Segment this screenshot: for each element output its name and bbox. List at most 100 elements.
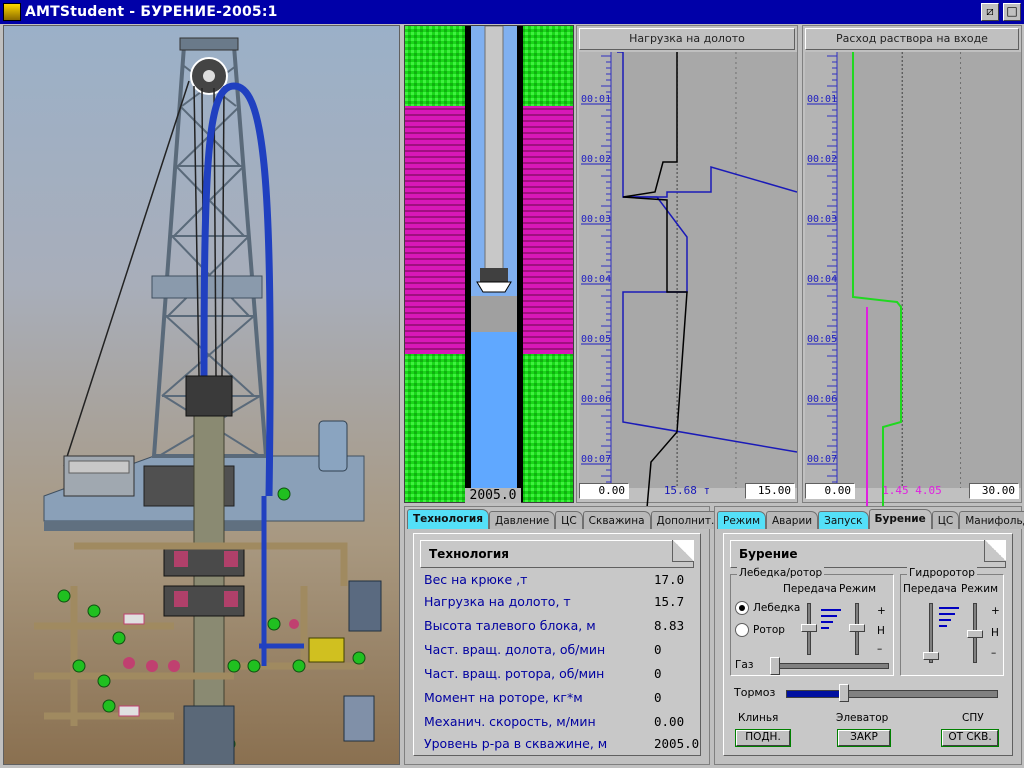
param-row: Вес на крюке ,т 17.0 xyxy=(424,572,694,587)
mode-slider[interactable] xyxy=(849,603,865,655)
param-value: 8.83 xyxy=(654,618,685,633)
slider-thumb[interactable] xyxy=(839,684,850,702)
brake-slider[interactable] xyxy=(786,684,998,702)
radio-winch[interactable] xyxy=(735,601,749,615)
pump xyxy=(348,580,382,632)
time-label: 00:07 xyxy=(581,454,611,465)
elevator-label: Элеватор xyxy=(836,712,889,724)
time-label: 00:02 xyxy=(581,154,611,165)
param-label: Част. вращ. ротора, об/мин xyxy=(424,666,605,681)
time-label: 00:03 xyxy=(807,214,837,225)
tab-additional[interactable]: Дополнит. xyxy=(650,511,721,529)
trend-min: 0.00 xyxy=(805,483,855,499)
rig-3d-view[interactable] xyxy=(3,25,400,765)
tab-manifold[interactable]: Манифольд xyxy=(959,511,1024,529)
tab-technology[interactable]: Технология xyxy=(407,509,490,529)
gas-slider[interactable] xyxy=(770,657,889,675)
slider-thumb[interactable] xyxy=(849,624,865,632)
spu-label: СПУ xyxy=(962,712,984,724)
drill-bit xyxy=(476,281,512,293)
wellbore-schematic xyxy=(405,26,573,502)
tab-mode[interactable]: Режим xyxy=(717,511,766,529)
tab-bar: Технология Давление ЦС Скважина Дополнит… xyxy=(407,509,721,529)
time-ruler xyxy=(579,52,611,488)
param-value: 0 xyxy=(654,642,662,657)
param-label: Вес на крюке ,т xyxy=(424,572,528,587)
param-value: 0 xyxy=(654,690,662,705)
rig-illustration xyxy=(34,37,382,764)
tank xyxy=(318,420,348,472)
drilling-panel: Режим Аварии Запуск Бурение ЦС Манифольд… xyxy=(714,506,1024,765)
time-ruler xyxy=(805,52,837,488)
mode-label: Режим xyxy=(839,583,876,595)
trend-flow-rate[interactable]: Расход раствора на входе 00:01 00:02 00:03… xyxy=(802,25,1022,508)
winch-rotor-group: Лебедка/ротор Передача Режим Лебедка Рот… xyxy=(730,567,894,676)
slider-thumb[interactable] xyxy=(801,624,817,632)
param-value: 0 xyxy=(654,666,662,681)
hydro-mode-slider[interactable] xyxy=(967,603,983,663)
trend-plot: 00:01 00:02 00:03 00:04 00:05 00:06 00:07 xyxy=(579,51,798,509)
tab-page: Бурение Лебедка/ротор Передача Режим Леб… xyxy=(723,533,1013,756)
title-bar: AMTStudent - БУРЕНИЕ-2005:1 ⧄ □ xyxy=(0,0,1024,24)
mode-neutral: Н xyxy=(991,627,999,639)
mode-label: Режим xyxy=(961,583,998,595)
wellbore-view xyxy=(404,25,574,503)
gear-label: Передача xyxy=(783,583,837,595)
param-row: Част. вращ. ротора, об/мин 0 xyxy=(424,666,694,681)
param-label: Механич. скорость, м/мин xyxy=(424,714,596,729)
tab-pressure[interactable]: Давление xyxy=(489,511,556,529)
trend-load-on-bit[interactable]: Нагрузка на долото 00:01 00:02 00:03 00:04 0… xyxy=(576,25,798,509)
slider-thumb[interactable] xyxy=(967,630,983,638)
param-value: 15.7 xyxy=(654,594,685,609)
time-label: 00:01 xyxy=(807,94,837,105)
time-label: 00:01 xyxy=(581,94,611,105)
wedges-up-button[interactable]: ПОДН. xyxy=(735,729,791,747)
technology-panel: Технология Давление ЦС Скважина Дополнит… xyxy=(404,506,721,765)
mode-minus: – xyxy=(991,647,997,659)
gear-slider[interactable] xyxy=(801,603,817,655)
mode-neutral: Н xyxy=(877,625,885,637)
gear-label: Передача xyxy=(903,583,957,595)
close-button[interactable]: □ xyxy=(1003,3,1021,21)
trend-plot: 00:01 00:02 00:03 00:04 00:05 00:06 00:07 xyxy=(805,52,1021,508)
page-fold-icon[interactable] xyxy=(984,540,1006,562)
trend-title: Расход раствора на входе xyxy=(805,28,1019,50)
mode-minus: – xyxy=(877,643,883,655)
radio-rotor[interactable] xyxy=(735,623,749,637)
param-row: Уровень р-ра в скважине, м 2005.0 xyxy=(424,736,699,751)
group-label: Лебедка/ротор xyxy=(737,567,825,579)
page-title: Бурение xyxy=(730,540,1006,568)
param-label: Высота талевого блока, м xyxy=(424,618,596,633)
page-title: Технология xyxy=(420,540,694,568)
time-label: 00:04 xyxy=(807,274,837,285)
slider-thumb[interactable] xyxy=(770,657,780,675)
elevator-close-button[interactable]: ЗАКР xyxy=(837,729,891,747)
trend-current: 15.68 т xyxy=(663,484,711,497)
time-label: 00:07 xyxy=(807,454,837,465)
param-label: Нагрузка на долото, т xyxy=(424,594,571,609)
hydro-gear-slider[interactable] xyxy=(923,603,939,663)
param-value: 0.00 xyxy=(654,714,685,729)
tab-accidents[interactable]: Аварии xyxy=(766,511,819,529)
spu-off-well-button[interactable]: ОТ СКВ. xyxy=(941,729,999,747)
tab-cs[interactable]: ЦС xyxy=(931,511,960,529)
page-fold-icon[interactable] xyxy=(672,540,694,562)
time-label: 00:05 xyxy=(807,334,837,345)
radio-rotor-label: Ротор xyxy=(753,624,785,636)
hydro-rotor-group: Гидроротор Передача Режим + Н – xyxy=(900,567,1004,676)
param-row: Высота талевого блока, м 8.83 xyxy=(424,618,694,633)
tab-drilling[interactable]: Бурение xyxy=(868,509,932,529)
trend-max: 30.00 xyxy=(969,483,1019,499)
flow-chart: 00:01 00:02 00:03 00:04 00:05 00:06 00:07 xyxy=(805,52,1021,508)
slider-thumb[interactable] xyxy=(923,652,939,660)
tab-cs[interactable]: ЦС xyxy=(555,511,583,529)
time-label: 00:06 xyxy=(581,394,611,405)
trend-title: Нагрузка на долото xyxy=(579,28,795,50)
drill-pipe xyxy=(484,26,504,277)
restore-button[interactable]: ⧄ xyxy=(981,3,999,21)
tab-page: Технология Вес на крюке ,т 17.0 Нагрузка н… xyxy=(413,533,701,756)
time-label: 00:04 xyxy=(581,274,611,285)
tab-well[interactable]: Скважина xyxy=(582,511,651,529)
tab-launch[interactable]: Запуск xyxy=(818,511,869,529)
app-icon xyxy=(3,3,21,21)
